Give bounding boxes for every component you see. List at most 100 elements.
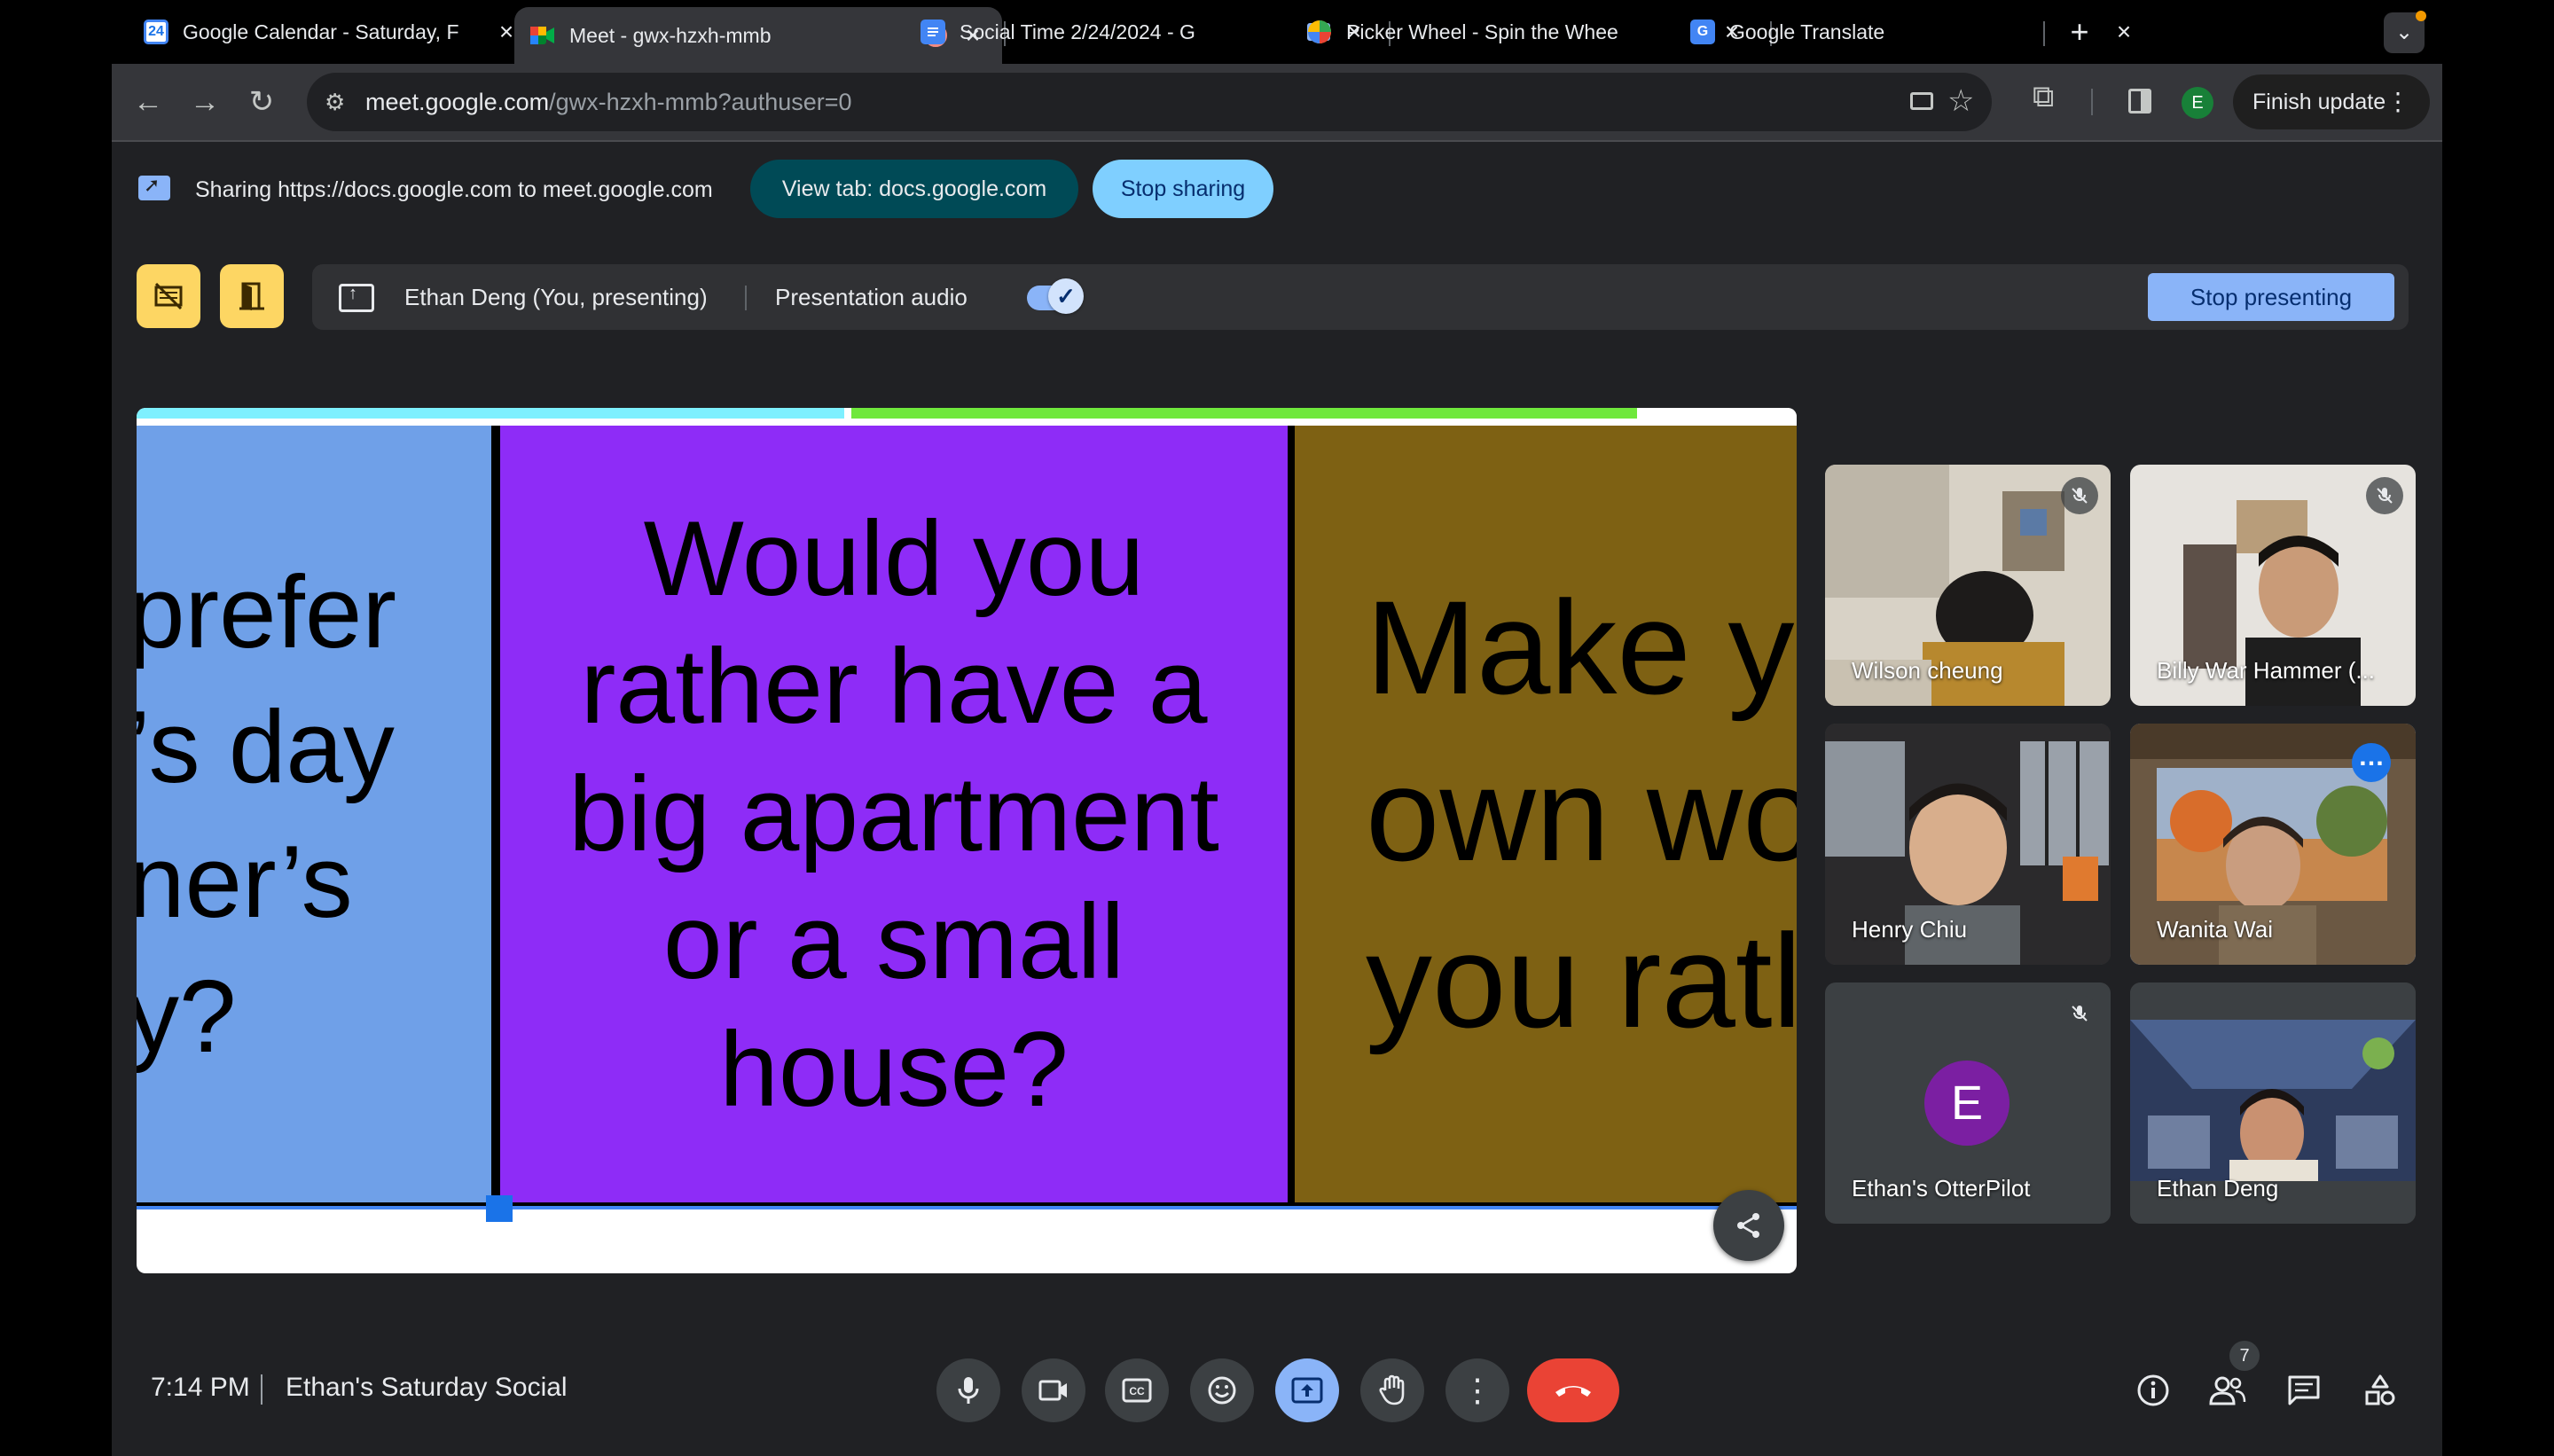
participant-name: Wilson cheung — [1852, 657, 2003, 684]
reload-icon: ↻ — [248, 85, 275, 119]
tab-title: Google Translate — [1729, 20, 1885, 43]
arrow-left-icon: ← — [133, 85, 163, 119]
people-icon — [2209, 1376, 2246, 1405]
shared-screen: prefer ’s day ner’s y? Would you rather … — [137, 408, 1797, 1273]
more-vert-icon: ⋮ — [2386, 88, 2410, 115]
participant-tile[interactable]: Henry Chiu — [1825, 724, 2111, 965]
meet-icon — [530, 23, 555, 48]
address-bar[interactable]: ⚙ meet.google.com/gwx-hzxh-mmb?authuser=… — [307, 73, 1992, 131]
slide-card-text: prefer ’s day ner’s y? — [137, 554, 397, 1074]
raise-hand-button[interactable] — [1360, 1358, 1424, 1422]
mic-off-icon — [2061, 477, 2098, 514]
participant-name: Henry Chiu — [1852, 916, 1968, 943]
more-options-button[interactable]: ⋮ — [1445, 1358, 1509, 1422]
video-off-icon — [154, 282, 183, 310]
sharing-infobar: Sharing https://docs.google.com to meet.… — [112, 142, 2442, 238]
present-to-all-icon — [1291, 1377, 1323, 1404]
progress-segment — [137, 408, 844, 419]
call-end-icon — [1555, 1386, 1591, 1397]
presenting-bar: Ethan Deng (You, presenting) Presentatio… — [312, 264, 2409, 330]
reload-button[interactable]: ↻ — [239, 80, 284, 124]
participant-tile-active-speaker[interactable]: … Wanita Wai — [2130, 724, 2416, 965]
update-dot-icon — [2416, 11, 2426, 21]
presenter-label: Ethan Deng (You, presenting) — [404, 284, 708, 310]
back-button[interactable]: ← — [126, 80, 170, 124]
stop-sharing-button[interactable]: Stop sharing — [1093, 160, 1273, 218]
checkmark-icon: ✓ — [1048, 278, 1084, 314]
calendar-icon: 24 — [144, 20, 168, 44]
videocam-icon — [1038, 1380, 1067, 1401]
tab-search-button[interactable]: ⌄ — [2384, 11, 2426, 53]
share-icon — [1737, 1213, 1759, 1238]
side-panel-icon[interactable] — [2128, 89, 2151, 114]
tab-title: Meet - gwx-hzxh-mmb — [569, 23, 772, 47]
participant-name: Ethan's OtterPilot — [1852, 1175, 2031, 1202]
slide-card-text: Make y own wo you ratl — [1366, 573, 1797, 1055]
docs-icon — [921, 20, 945, 44]
presentation-audio-toggle[interactable]: ✓ — [1027, 278, 1084, 314]
mic-off-icon — [2366, 477, 2403, 514]
info-icon — [2137, 1374, 2169, 1406]
meet-main: Ethan Deng (You, presenting) Presentatio… — [112, 238, 2442, 1456]
tab-title: Picker Wheel - Spin the Whee — [1346, 20, 1618, 43]
url-path: /gwx-hzxh-mmb?authuser=0 — [549, 89, 852, 115]
url-text[interactable]: meet.google.com/gwx-hzxh-mmb?authuser=0 — [365, 73, 852, 131]
activities-icon — [2365, 1374, 2395, 1405]
arrow-right-icon: → — [190, 85, 220, 119]
slide-card-center: Would you rather have a big apartment or… — [500, 426, 1288, 1202]
chat-icon — [2288, 1375, 2320, 1405]
profile-avatar[interactable]: E — [2182, 87, 2213, 119]
participant-tile[interactable]: Ethan Deng — [2130, 982, 2416, 1224]
slide-card-left: prefer ’s day ner’s y? — [137, 426, 491, 1202]
progress-segment — [851, 408, 1637, 419]
tab-google-calendar[interactable]: 24 Google Calendar - Saturday, F × — [128, 9, 536, 55]
activities-button[interactable] — [2359, 1369, 2401, 1412]
url-host: meet.google.com — [365, 89, 550, 115]
hand-icon — [1379, 1374, 1405, 1405]
tab-strip: 24 Google Calendar - Saturday, F × Meet … — [112, 0, 2442, 64]
mic-off-icon — [2061, 995, 2098, 1032]
tab-title: Social Time 2/24/2024 - G — [960, 20, 1195, 43]
slide-card-right: Make y own wo you ratl — [1295, 426, 1797, 1202]
resize-handle[interactable] — [486, 1195, 513, 1222]
finish-update-label: Finish update — [2252, 90, 2386, 114]
hide-presentation-button[interactable] — [137, 264, 200, 328]
participant-tile[interactable]: Wilson cheung — [1825, 465, 2111, 706]
participant-tile[interactable]: Billy War Hammer (... — [2130, 465, 2416, 706]
meeting-time: 7:14 PM — [151, 1373, 250, 1402]
door-icon — [239, 282, 264, 310]
breakout-room-button[interactable] — [220, 264, 284, 328]
finish-update-button[interactable]: Finish update ⋮ — [2233, 74, 2430, 129]
reactions-button[interactable] — [1190, 1358, 1254, 1422]
meeting-details-button[interactable] — [2132, 1369, 2174, 1412]
svg-text:CC: CC — [1129, 1385, 1145, 1397]
present-screen-icon — [339, 284, 374, 312]
participant-name: Wanita Wai — [2157, 916, 2273, 943]
camera-in-use-icon[interactable] — [1910, 92, 1933, 110]
leave-call-button[interactable] — [1527, 1358, 1619, 1422]
avatar: E — [1924, 1061, 2010, 1146]
chat-button[interactable] — [2283, 1369, 2325, 1412]
microphone-button[interactable] — [936, 1358, 1000, 1422]
participant-name: Billy War Hammer (... — [2157, 657, 2376, 684]
more-options-icon[interactable]: … — [2352, 743, 2391, 782]
bookmark-star-icon[interactable]: ☆ — [1947, 83, 1974, 119]
people-button[interactable] — [2206, 1369, 2249, 1412]
new-tab-button[interactable]: + — [2059, 12, 2100, 53]
close-icon[interactable]: × — [2111, 18, 2137, 46]
forward-button[interactable]: → — [183, 80, 227, 124]
screen-share-icon — [138, 174, 170, 200]
stop-presenting-button[interactable]: Stop presenting — [2148, 273, 2394, 321]
more-vert-icon: ⋮ — [1461, 1372, 1493, 1408]
tab-title: Google Calendar - Saturday, F — [183, 20, 459, 43]
emoji-icon — [1208, 1376, 1236, 1405]
view-tab-button[interactable]: View tab: docs.google.com — [750, 160, 1078, 218]
site-info-icon[interactable]: ⚙ — [325, 89, 351, 115]
camera-button[interactable] — [1022, 1358, 1085, 1422]
sharing-text: Sharing https://docs.google.com to meet.… — [195, 177, 713, 202]
share-button[interactable] — [1713, 1190, 1784, 1261]
extensions-icon[interactable]: ⧉ — [2033, 80, 2054, 114]
present-now-button[interactable] — [1275, 1358, 1339, 1422]
participant-tile[interactable]: E Ethan's OtterPilot — [1825, 982, 2111, 1224]
captions-button[interactable]: CC — [1105, 1358, 1169, 1422]
